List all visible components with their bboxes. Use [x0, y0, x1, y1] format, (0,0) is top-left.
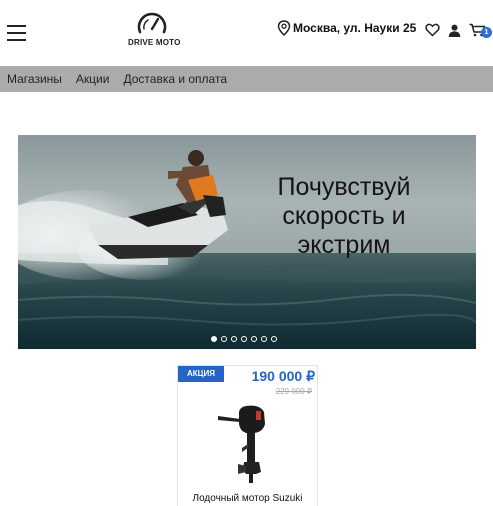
hero-banner[interactable]: Почувствуй скорость и экстрим	[18, 135, 476, 349]
account-button[interactable]	[448, 24, 461, 42]
store-location[interactable]: Москва, ул. Науки 25	[277, 20, 416, 36]
site-header: DRIVE MOTO Москва, ул. Науки 25 1	[0, 0, 493, 65]
location-pin-icon	[277, 20, 291, 36]
header-actions: 1	[425, 23, 493, 42]
carousel-dot[interactable]	[271, 336, 277, 342]
carousel-dot[interactable]	[241, 336, 247, 342]
nav-item-delivery[interactable]: Доставка и оплата	[123, 72, 227, 86]
logo-text: DRIVE MOTO	[128, 38, 181, 47]
heart-icon	[425, 23, 440, 37]
outboard-motor-image	[218, 405, 265, 483]
main-nav: Магазины Акции Доставка и оплата	[0, 66, 493, 92]
location-text: Москва, ул. Науки 25	[293, 21, 417, 35]
product-price: 190 000 ₽	[251, 368, 315, 384]
product-card[interactable]: АКЦИЯ 190 000 ₽ 229 000 ₽ Лодочный мотор…	[177, 365, 318, 506]
product-name: Лодочный мотор Suzuki	[192, 493, 303, 504]
carousel-dot[interactable]	[221, 336, 227, 342]
banner-headline: Почувствуй скорость и экстрим	[277, 173, 411, 259]
carousel-dot[interactable]	[211, 336, 217, 342]
menu-icon[interactable]	[7, 25, 26, 41]
carousel-dot[interactable]	[231, 336, 237, 342]
cart-count-badge: 1	[481, 27, 492, 38]
product-old-price: 229 000 ₽	[275, 387, 312, 396]
promo-badge: АКЦИЯ	[178, 366, 224, 382]
nav-item-promotions[interactable]: Акции	[76, 72, 110, 86]
favorites-button[interactable]	[425, 23, 440, 42]
carousel-dot[interactable]	[251, 336, 257, 342]
speedometer-logo-icon	[137, 12, 167, 34]
cart-button[interactable]: 1	[469, 23, 492, 42]
logo[interactable]: DRIVE MOTO	[128, 10, 181, 52]
nav-item-stores[interactable]: Магазины	[7, 72, 62, 86]
carousel-dots	[211, 336, 281, 342]
user-icon	[448, 24, 461, 37]
carousel-dot[interactable]	[261, 336, 267, 342]
